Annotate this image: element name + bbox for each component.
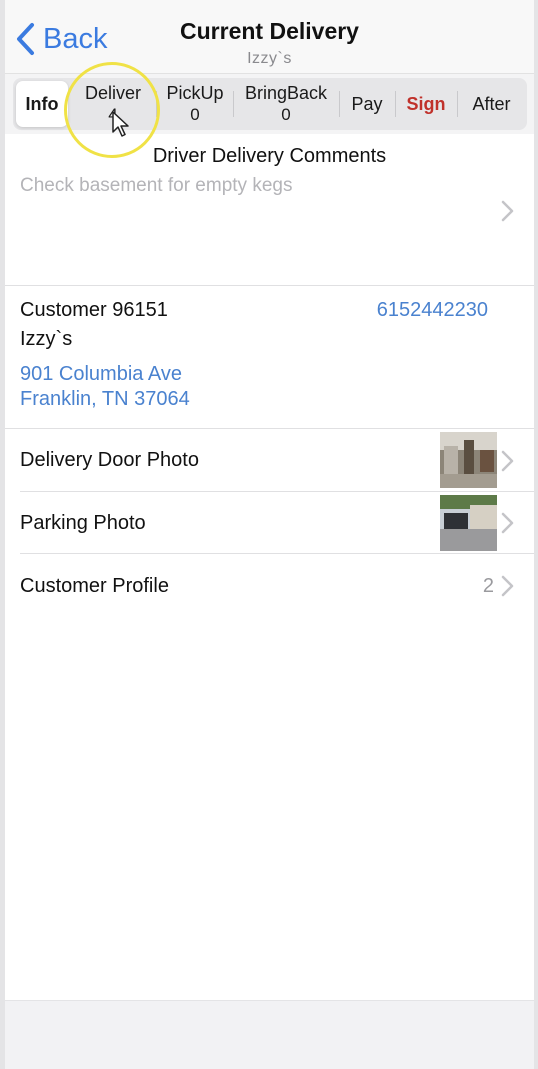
navigation-bar: Back Current Delivery Izzy`s (5, 0, 534, 74)
tab-after[interactable]: After (458, 78, 525, 130)
address-line-1[interactable]: 901 Columbia Ave (20, 363, 182, 386)
cursor-icon (112, 111, 129, 137)
chevron-right-icon (501, 512, 514, 534)
tab-deliver-label: Deliver (84, 83, 141, 103)
chevron-right-icon[interactable] (500, 200, 514, 222)
tab-sign[interactable]: Sign (396, 78, 456, 130)
door-photo-thumbnail[interactable] (440, 432, 497, 488)
divider (5, 428, 534, 429)
customer-phone-link[interactable]: 6152442230 (377, 299, 488, 322)
customer-profile-row[interactable]: Customer Profile (20, 575, 169, 598)
tab-pickup[interactable]: PickUp 0 (157, 78, 233, 130)
tab-pickup-count: 0 (190, 105, 200, 124)
bottom-bar (5, 1000, 534, 1069)
profile-count: 2 (482, 575, 494, 597)
chevron-right-icon (501, 575, 514, 597)
tab-bringback-label: BringBack (244, 83, 328, 103)
divider (5, 285, 534, 286)
tab-bringback[interactable]: BringBack 0 (234, 78, 338, 130)
divider (20, 491, 534, 492)
address-line-2[interactable]: Franklin, TN 37064 (20, 388, 190, 411)
comments-title: Driver Delivery Comments (152, 145, 387, 167)
segmented-control: Info Deliver 4 PickUp 0 BringBack 0 Pay (13, 78, 527, 130)
tab-bringback-count: 0 (281, 105, 291, 124)
page-title: Current Delivery (180, 18, 359, 44)
comments-text[interactable]: Check basement for empty kegs (20, 175, 292, 197)
delivery-door-photo-row[interactable]: Delivery Door Photo (20, 449, 199, 472)
door-photo-image (440, 432, 497, 488)
parking-photo-image (440, 495, 497, 551)
divider (20, 553, 534, 554)
tab-pay[interactable]: Pay (340, 78, 394, 130)
tab-info-label: Info (25, 93, 59, 114)
tab-after-label: After (472, 93, 511, 114)
parking-photo-thumbnail[interactable] (440, 495, 497, 551)
tab-pay-label: Pay (351, 93, 383, 114)
tab-sign-label: Sign (406, 93, 446, 114)
parking-photo-row[interactable]: Parking Photo (20, 512, 146, 535)
tab-info[interactable]: Info (16, 81, 68, 127)
page-subtitle: Izzy`s (247, 50, 292, 67)
customer-name: Izzy`s (20, 328, 73, 350)
screen-edge-right (534, 0, 538, 1069)
app-screen: Back Current Delivery Izzy`s Info Delive… (0, 0, 538, 1069)
tab-bar-container: Info Deliver 4 PickUp 0 BringBack 0 Pay (5, 74, 534, 134)
chevron-right-icon (501, 450, 514, 472)
customer-id: Customer 96151 (20, 299, 168, 321)
tab-pickup-label: PickUp (166, 83, 224, 103)
